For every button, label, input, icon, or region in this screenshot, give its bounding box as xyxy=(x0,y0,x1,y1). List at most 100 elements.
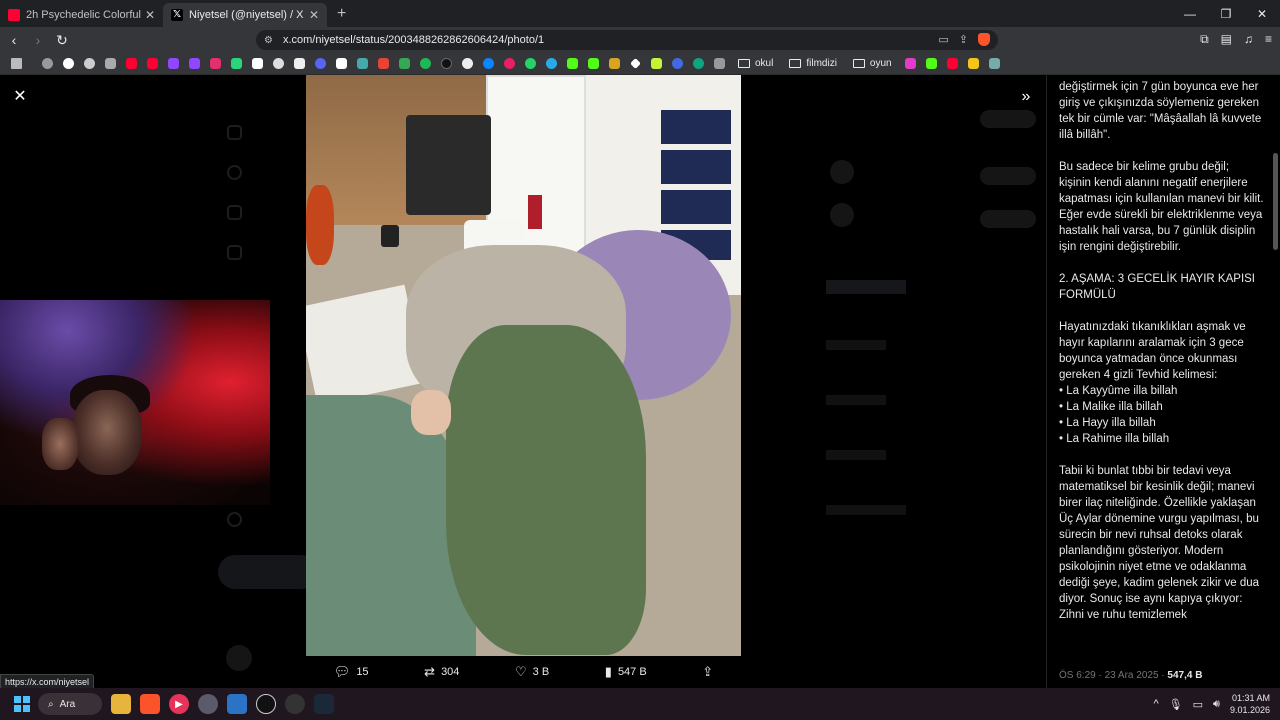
reload-button[interactable]: ↻ xyxy=(52,32,72,49)
bookmark-folder-filmdizi[interactable]: filmdizi xyxy=(789,58,837,69)
clock-date: 9.01.2026 xyxy=(1229,705,1270,715)
diamond-bookmark-icon[interactable] xyxy=(627,55,644,72)
panel-scrollbar[interactable] xyxy=(1273,153,1278,250)
photo-green-blanket xyxy=(446,325,646,655)
github-bookmark-icon[interactable] xyxy=(459,55,476,72)
google-bookmark-icon[interactable] xyxy=(60,55,77,72)
twitch-bookmark-icon[interactable] xyxy=(186,55,203,72)
volume-icon[interactable]: 🔊︎ xyxy=(1213,698,1220,711)
drive-bookmark-icon[interactable] xyxy=(396,55,413,72)
start-button[interactable] xyxy=(14,696,30,712)
webcam-hand xyxy=(42,418,78,470)
chatgpt-bookmark-icon[interactable] xyxy=(81,55,98,72)
tab-x[interactable]: 𝕏 Niyetsel (@niyetsel) / X ✕ xyxy=(163,3,327,27)
post-view-count: 547,4 B xyxy=(1167,670,1203,681)
minimize-button[interactable]: — xyxy=(1172,7,1208,21)
address-bar[interactable]: ⚙ x.com/niyetsel/status/2003488262862606… xyxy=(256,30,998,50)
youtube-bookmark-icon[interactable] xyxy=(123,55,140,72)
reply-button[interactable]: 💬︎ 15 xyxy=(334,664,369,680)
youtube-bookmark-icon[interactable] xyxy=(144,55,161,72)
extensions-icon[interactable]: ⧉ xyxy=(1200,32,1209,47)
taskbar-search-label: Ara xyxy=(59,698,76,710)
forward-button[interactable]: › xyxy=(28,32,48,48)
trend-item-dim xyxy=(826,395,886,405)
sidebar-icon[interactable]: ▤ xyxy=(1221,32,1232,47)
kick-bookmark-icon[interactable] xyxy=(585,55,602,72)
back-button[interactable]: ‹ xyxy=(4,32,24,48)
like-button[interactable]: ♡ 3 B xyxy=(515,664,549,680)
edge-bookmark-icon[interactable] xyxy=(480,55,497,72)
apps-icon[interactable] xyxy=(8,55,25,72)
image-bookmark-icon[interactable] xyxy=(711,55,728,72)
expand-panel-icon[interactable]: » xyxy=(1016,87,1036,107)
spotify-bookmark-icon[interactable] xyxy=(417,55,434,72)
capture-app-icon[interactable] xyxy=(256,694,276,714)
share-button[interactable]: ⇪ xyxy=(702,664,713,680)
x-bookmark-icon[interactable] xyxy=(249,55,266,72)
bookmark-icon[interactable] xyxy=(354,55,371,72)
bookmark-icon[interactable] xyxy=(902,55,919,72)
post-timestamp[interactable]: ÖS 6:29 · 23 Ara 2025 · xyxy=(1059,670,1167,681)
network-icon[interactable]: ▭ xyxy=(1193,698,1203,711)
tab-close-icon[interactable]: ✕ xyxy=(309,8,319,22)
telegram-bookmark-icon[interactable] xyxy=(543,55,560,72)
bookmark-folder-okul[interactable]: okul xyxy=(738,58,773,69)
kick-bookmark-icon[interactable] xyxy=(923,55,940,72)
discord-bookmark-icon[interactable] xyxy=(312,55,329,72)
brave-icon[interactable] xyxy=(140,694,160,714)
steam-icon[interactable] xyxy=(314,694,334,714)
dark-bookmark-icon[interactable] xyxy=(438,55,455,72)
close-window-button[interactable]: ✕ xyxy=(1244,7,1280,21)
capcut-bookmark-icon[interactable] xyxy=(333,55,350,72)
cast-icon[interactable]: ▭ xyxy=(938,33,948,46)
tab-close-icon[interactable]: ✕ xyxy=(145,8,155,22)
youtube-bookmark-icon[interactable] xyxy=(944,55,961,72)
obs-icon[interactable] xyxy=(285,694,305,714)
star-bookmark-icon[interactable] xyxy=(648,55,665,72)
browser-tab-bar: 2h Psychedelic Colorful Neon Backgr ✕ 𝕏 … xyxy=(0,0,1280,27)
record-bookmark-icon[interactable] xyxy=(501,55,518,72)
close-photo-icon[interactable]: ✕ xyxy=(10,87,30,107)
gmail-bookmark-icon[interactable] xyxy=(375,55,392,72)
chatgpt-bookmark-icon[interactable] xyxy=(690,55,707,72)
photo-red-toy xyxy=(306,185,334,265)
link-bookmark-icon[interactable] xyxy=(270,55,287,72)
bookmark-folder-label: okul xyxy=(755,58,774,69)
file-explorer-icon[interactable] xyxy=(111,694,131,714)
kick-bookmark-icon[interactable] xyxy=(228,55,245,72)
game-bookmark-icon[interactable] xyxy=(606,55,623,72)
tiktok-bookmark-icon[interactable] xyxy=(291,55,308,72)
search-app-icon[interactable] xyxy=(198,694,218,714)
globe-bookmark-icon[interactable] xyxy=(669,55,686,72)
share-icon[interactable]: ⇪ xyxy=(959,33,968,46)
new-tab-button[interactable]: + xyxy=(337,5,346,23)
views-button[interactable]: ▮ 547 B xyxy=(605,664,647,680)
photos-icon[interactable] xyxy=(227,694,247,714)
avatar-dim xyxy=(226,645,252,671)
history-bookmark-icon[interactable] xyxy=(39,55,56,72)
avatar-dim xyxy=(830,160,854,184)
clock[interactable]: 01:31 AM 9.01.2026 xyxy=(1230,692,1270,716)
tray-chevron-icon[interactable]: ^ xyxy=(1153,698,1158,710)
brave-shield-icon[interactable] xyxy=(978,33,990,46)
whatsapp-bookmark-icon[interactable] xyxy=(522,55,539,72)
restore-button[interactable]: ❐ xyxy=(1208,7,1244,21)
tab-youtube[interactable]: 2h Psychedelic Colorful Neon Backgr ✕ xyxy=(0,3,163,27)
star-bookmark-icon[interactable] xyxy=(965,55,982,72)
repost-button[interactable]: ⇄ 304 xyxy=(424,664,459,680)
menu-icon[interactable]: ≡ xyxy=(1265,32,1272,47)
microphone-icon[interactable]: 🎙︎ xyxy=(1169,698,1183,711)
x-photo-viewer: ✕ » 💬︎ 15 ⇄ 304 ♡ 3 B ▮ 547 B ⇪ https://… xyxy=(0,75,1280,688)
send-bookmark-icon[interactable] xyxy=(986,55,1003,72)
bookmarks-bar: okul filmdizi oyun xyxy=(0,53,1280,75)
music-icon[interactable]: ♫ xyxy=(1244,32,1253,47)
site-info-icon[interactable]: ⚙ xyxy=(264,35,273,46)
tweet-photo[interactable] xyxy=(306,75,741,656)
twitch-bookmark-icon[interactable] xyxy=(165,55,182,72)
media-player-icon[interactable]: ▶ xyxy=(169,694,189,714)
extension-bookmark-icon[interactable] xyxy=(102,55,119,72)
kick-bookmark-icon[interactable] xyxy=(564,55,581,72)
bookmark-folder-oyun[interactable]: oyun xyxy=(852,58,892,69)
instagram-bookmark-icon[interactable] xyxy=(207,55,224,72)
taskbar-search[interactable]: ⌕ Ara xyxy=(38,693,102,715)
